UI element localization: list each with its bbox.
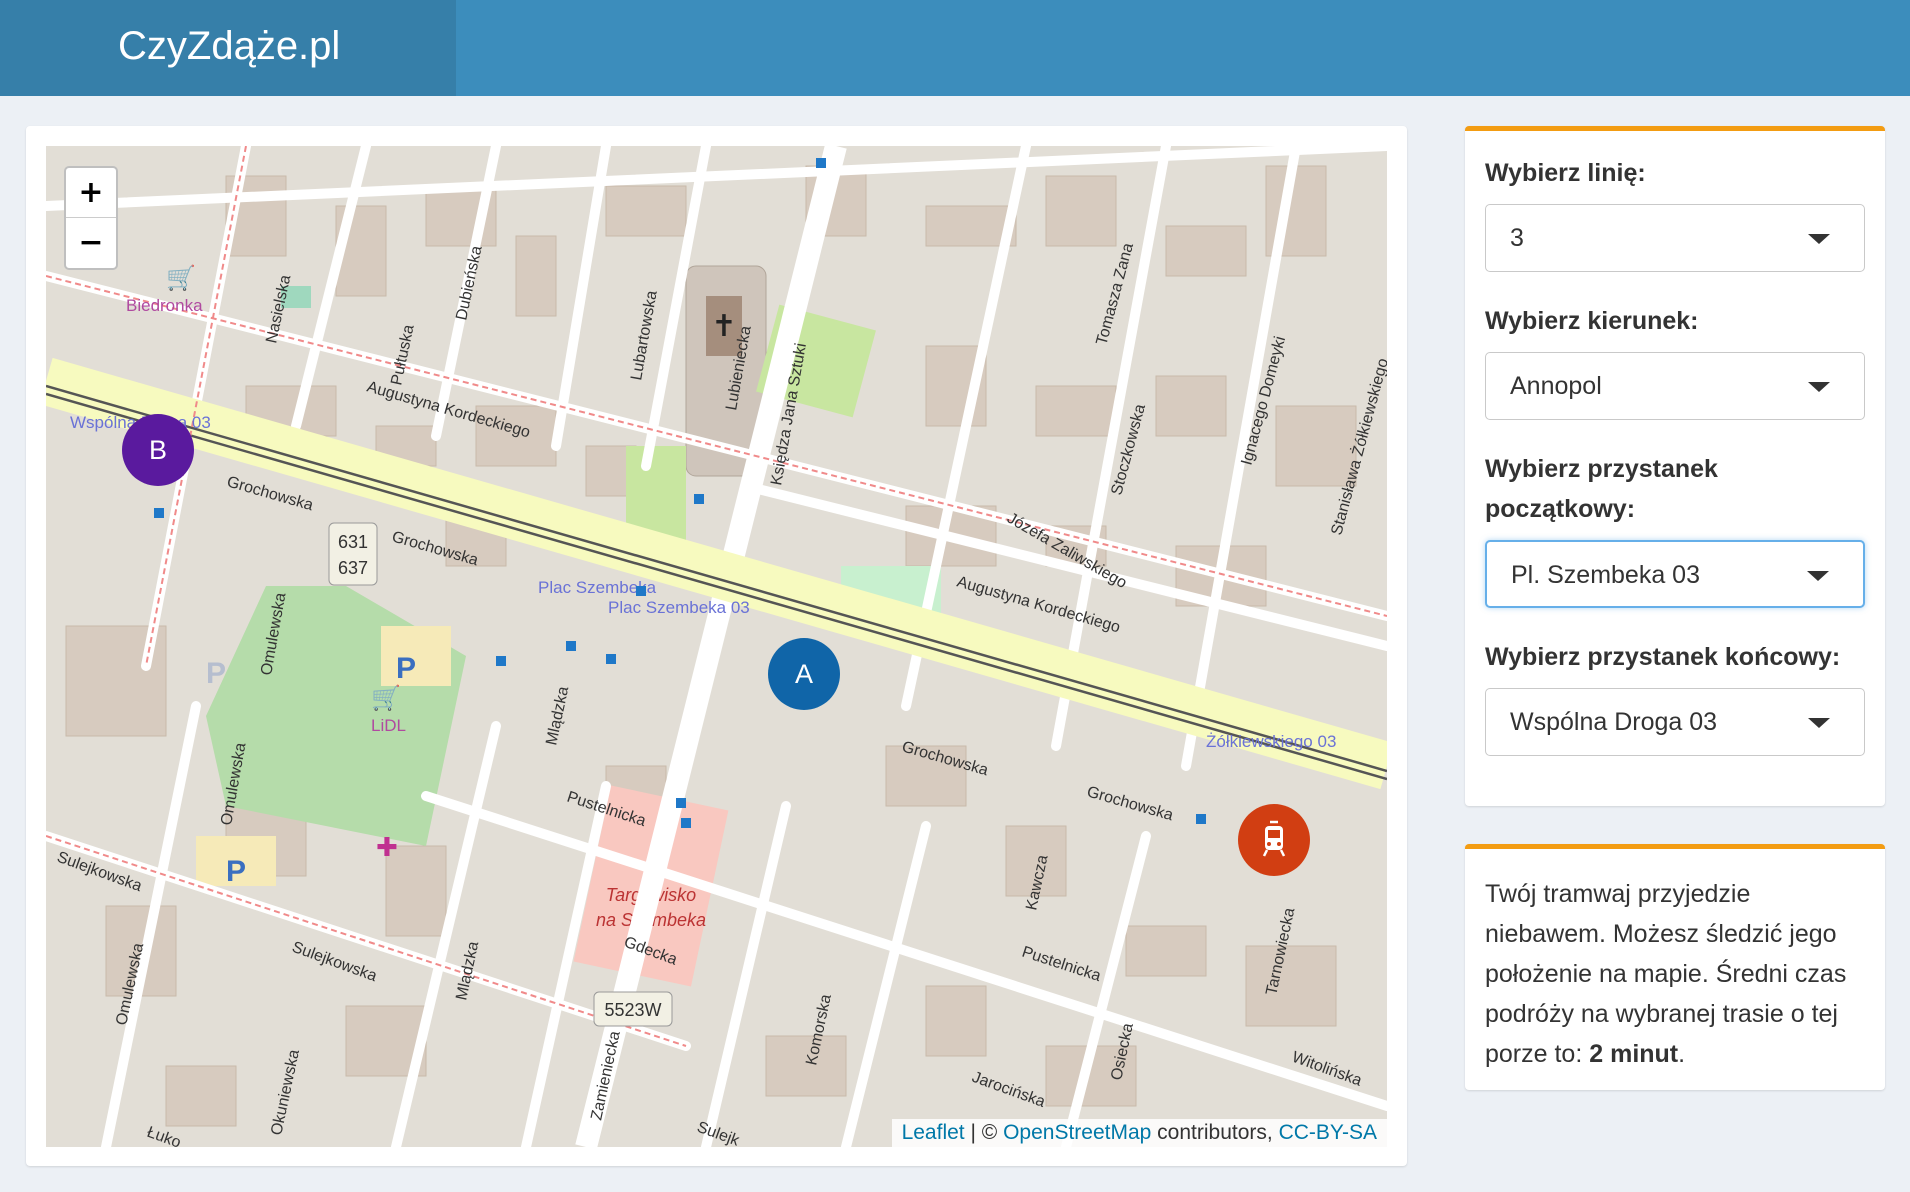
svg-text:5523W: 5523W [604, 1000, 661, 1020]
biedronka-label: Biedronka [126, 296, 203, 315]
chevron-down-icon [1808, 234, 1830, 244]
chevron-down-icon [1807, 571, 1829, 581]
route-form-panel: Wybierz linię: 3 Wybierz kierunek: Annop… [1465, 126, 1885, 806]
brand-logo[interactable]: CzyZdąże.pl [0, 0, 456, 96]
arrival-message-end: . [1678, 1040, 1686, 1068]
map-box: ✝ Targowisko na Szembeka P P P [26, 126, 1407, 1166]
map-tiles[interactable]: ✝ Targowisko na Szembeka P P P [46, 146, 1387, 1147]
map[interactable]: ✝ Targowisko na Szembeka P P P [46, 146, 1387, 1147]
svg-text:P: P [226, 855, 246, 888]
end-stop-select[interactable]: Wspólna Droga 03 [1485, 688, 1865, 756]
svg-text:Plac Szembeka 03: Plac Szembeka 03 [608, 598, 750, 617]
svg-text:637: 637 [338, 558, 368, 578]
arrival-info-text: Twój tramwaj przyjedzie niebawem. Możesz… [1485, 874, 1870, 1074]
svg-text:Żółkiewskiego 03: Żółkiewskiego 03 [1206, 732, 1336, 751]
line-label: Wybierz linię: [1485, 159, 1646, 187]
attribution-separator: | © [964, 1121, 1004, 1144]
svg-text:631: 631 [338, 532, 368, 552]
tram-icon [1262, 820, 1286, 857]
arrival-info-panel: Twój tramwaj przyjedzie niebawem. Możesz… [1465, 844, 1885, 1090]
line-select[interactable]: 3 [1485, 204, 1865, 272]
svg-text:🛒: 🛒 [166, 264, 196, 292]
chevron-down-icon [1808, 718, 1830, 728]
svg-text:LiDL: LiDL [371, 716, 406, 735]
end-stop-select-value: Wspólna Droga 03 [1510, 708, 1718, 736]
map-attribution: Leaflet | © OpenStreetMap contributors, … [891, 1119, 1387, 1147]
top-navbar: CzyZdąże.pl [0, 0, 1910, 96]
svg-text:🛒: 🛒 [371, 684, 401, 712]
zoom-in-button[interactable]: + [66, 168, 116, 218]
start-stop-select-value: Pl. Szembeka 03 [1511, 561, 1700, 589]
start-stop-select[interactable]: Pl. Szembeka 03 [1485, 540, 1865, 608]
license-link[interactable]: CC-BY-SA [1279, 1121, 1377, 1144]
zoom-control: + − [64, 166, 118, 270]
tram-marker[interactable] [1238, 804, 1310, 876]
start-stop-label: Wybierz przystanek początkowy: [1485, 455, 1718, 523]
end-stop-label: Wybierz przystanek końcowy: [1485, 643, 1841, 671]
direction-select[interactable]: Annopol [1485, 352, 1865, 420]
svg-text:P: P [206, 657, 226, 690]
brand-title[interactable]: CzyZdąże.pl [118, 24, 340, 69]
line-select-value: 3 [1510, 224, 1524, 252]
travel-duration: 2 minut [1589, 1040, 1679, 1068]
zoom-out-button[interactable]: − [66, 218, 116, 268]
chevron-down-icon [1808, 382, 1830, 392]
marker-a[interactable]: A [768, 638, 840, 710]
svg-text:✝: ✝ [711, 310, 736, 343]
direction-label: Wybierz kierunek: [1485, 307, 1699, 335]
svg-text:✚: ✚ [376, 832, 398, 862]
svg-text:P: P [396, 652, 416, 685]
osm-link[interactable]: OpenStreetMap [1003, 1121, 1151, 1144]
direction-select-value: Annopol [1510, 372, 1602, 400]
marker-b[interactable]: B [122, 414, 194, 486]
attribution-contributors: contributors, [1151, 1121, 1279, 1144]
leaflet-link[interactable]: Leaflet [902, 1121, 965, 1144]
